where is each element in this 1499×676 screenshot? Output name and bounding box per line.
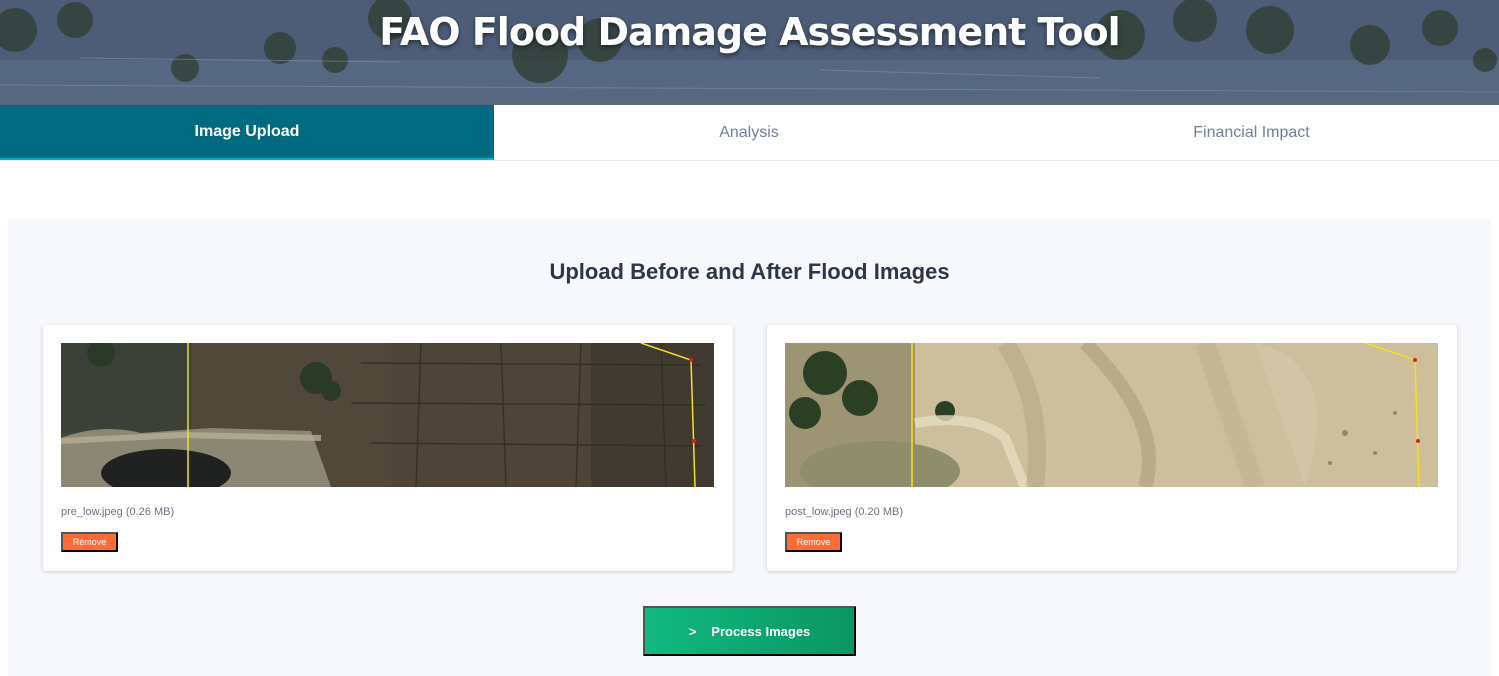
before-image-card: pre_low.jpeg (0.26 MB) Remove xyxy=(43,325,733,571)
upload-panel: Upload Before and After Flood Images pre… xyxy=(8,218,1491,676)
tab-analysis[interactable]: Analysis xyxy=(494,105,1004,160)
tab-image-upload[interactable]: Image Upload xyxy=(0,105,494,160)
upload-heading: Upload Before and After Flood Images xyxy=(549,259,950,284)
tab-bar: Image Upload Analysis Financial Impact xyxy=(0,105,1499,161)
before-image-preview xyxy=(61,343,714,487)
tab-financial-impact[interactable]: Financial Impact xyxy=(1004,105,1499,160)
after-file-name: post_low.jpeg (0.20 MB) xyxy=(785,506,904,518)
app-title: FAO Flood Damage Assessment Tool xyxy=(379,10,1120,54)
after-image-card: post_low.jpeg (0.20 MB) Remove xyxy=(767,325,1457,571)
after-image-preview xyxy=(785,343,1438,487)
header-banner: FAO Flood Damage Assessment Tool xyxy=(0,0,1499,105)
remove-after-button[interactable]: Remove xyxy=(785,532,842,552)
before-satellite-image xyxy=(61,343,714,487)
process-images-label: Process Images xyxy=(711,623,811,639)
process-images-button[interactable]: > Process Images xyxy=(643,606,856,656)
after-satellite-image xyxy=(785,343,1438,487)
before-file-name: pre_low.jpeg (0.26 MB) xyxy=(61,506,175,518)
remove-before-button[interactable]: Remove xyxy=(61,532,118,552)
chevron-right-icon: > xyxy=(688,623,697,639)
